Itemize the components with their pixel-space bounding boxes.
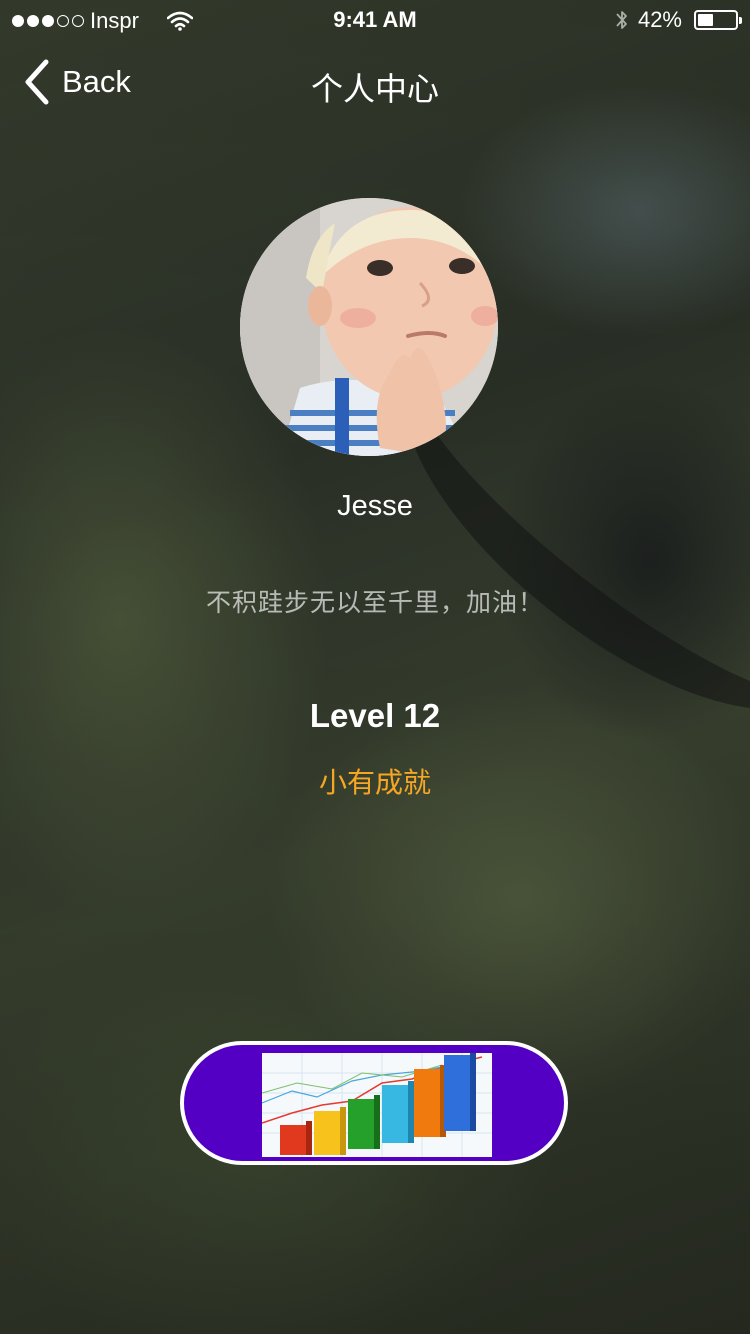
status-right: 42% — [614, 7, 742, 33]
avatar-photo — [240, 198, 498, 456]
status-bar: Inspr 9:41 AM 42% — [0, 0, 750, 40]
battery-percent: 42% — [637, 7, 682, 32]
battery-icon — [694, 10, 742, 30]
battery-level — [698, 14, 713, 26]
level-label: Level 12 — [309, 697, 441, 734]
stats-button[interactable] — [180, 1041, 568, 1165]
motto-text: 不积跬步无以至千里，加油！ — [205, 589, 544, 617]
user-name: Jesse — [337, 490, 413, 522]
bluetooth-icon — [616, 11, 627, 29]
bar-chart-icon — [262, 1053, 492, 1157]
page-title: 个人中心 — [310, 71, 439, 107]
avatar[interactable] — [240, 198, 498, 456]
level-title: 小有成就 — [318, 767, 431, 798]
navigation-bar: Back 个人中心 — [0, 40, 750, 128]
